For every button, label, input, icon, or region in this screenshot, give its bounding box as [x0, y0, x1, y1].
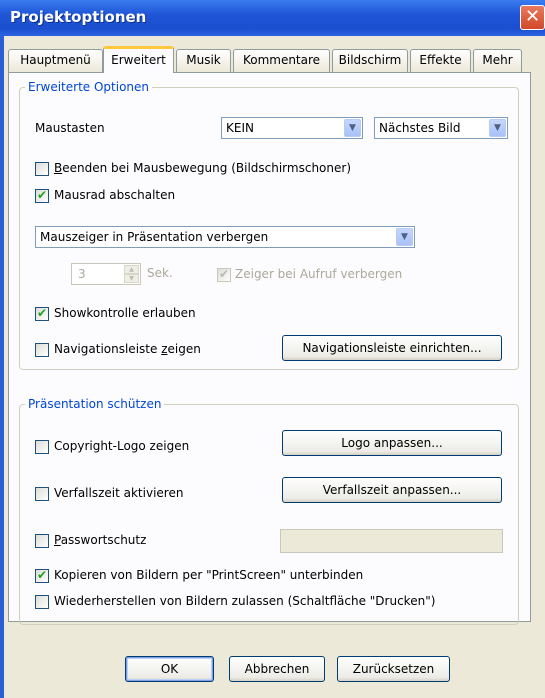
seconds-unit-label: Sek. [147, 266, 173, 280]
tab-effekte[interactable]: Effekte [410, 49, 471, 72]
tab-hauptmenue[interactable]: Hauptmenü [8, 49, 103, 72]
expiry-label: Verfallszeit aktivieren [54, 486, 184, 500]
show-nav-bar-label: Navigationsleiste zeigen [54, 342, 201, 356]
block-printscreen-checkbox[interactable] [35, 568, 49, 583]
cursor-mode-value: Mauszeiger in Präsentation verbergen [40, 230, 269, 244]
quit-on-mouse-move-label: Beenden bei Mausbewegung (Bildschirmscho… [54, 161, 351, 175]
tab-kommentare[interactable]: Kommentare [233, 49, 330, 72]
allow-show-control-label: Showkontrolle erlauben [54, 306, 196, 320]
password-checkbox[interactable] [35, 534, 49, 548]
dialog-window: Projektoptionen ✕ Hauptmenü Erweitert Mu… [0, 0, 545, 698]
spin-up-icon[interactable]: ▲ [124, 265, 139, 274]
tab-musik[interactable]: Musik [176, 49, 231, 72]
tab-bildschirm[interactable]: Bildschirm [332, 49, 408, 72]
chevron-down-icon[interactable]: ▼ [396, 228, 413, 246]
password-label: Passwortschutz [54, 533, 147, 547]
disable-mouse-wheel-checkbox[interactable] [35, 188, 49, 203]
password-field[interactable] [280, 529, 503, 553]
block-printscreen-label: Kopieren von Bildern per "PrintScreen" u… [54, 568, 364, 582]
seconds-spinner[interactable]: 3 ▲ ▼ [71, 263, 141, 285]
close-icon: ✕ [524, 6, 541, 27]
tab-panel-erweitert: Erweiterte Optionen Maustasten KEIN ▼ Nä… [8, 72, 531, 625]
allow-restore-checkbox[interactable] [35, 595, 49, 609]
group-protect-legend: Präsentation schützen [28, 397, 162, 411]
adjust-expiry-button[interactable]: Verfallszeit anpassen... [282, 477, 502, 503]
window-title: Projektoptionen [10, 8, 147, 26]
tab-erweitert[interactable]: Erweitert [103, 46, 174, 73]
copyright-logo-label: Copyright-Logo zeigen [54, 439, 190, 453]
mouse-buttons-label: Maustasten [35, 121, 105, 135]
show-nav-bar-checkbox[interactable] [35, 343, 49, 357]
quit-on-mouse-move-checkbox[interactable] [35, 162, 49, 176]
reset-button[interactable]: Zurücksetzen [337, 656, 450, 682]
ok-button[interactable]: OK [125, 656, 214, 682]
mouse-right-value: Nächstes Bild [379, 121, 461, 135]
tab-mehr[interactable]: Mehr [473, 49, 522, 72]
mouse-left-value: KEIN [226, 121, 254, 135]
mouse-right-select[interactable]: Nächstes Bild ▼ [374, 117, 508, 139]
title-bar[interactable]: Projektoptionen ✕ [0, 0, 545, 36]
cursor-mode-select[interactable]: Mauszeiger in Präsentation verbergen ▼ [35, 226, 415, 248]
allow-show-control-checkbox[interactable] [35, 306, 49, 321]
hide-on-call-checkbox[interactable] [217, 267, 231, 282]
expiry-checkbox[interactable] [35, 487, 49, 501]
seconds-value: 3 [78, 267, 86, 281]
chevron-down-icon[interactable]: ▼ [489, 119, 506, 137]
chevron-down-icon[interactable]: ▼ [344, 119, 361, 137]
spin-down-icon[interactable]: ▼ [124, 274, 139, 283]
mouse-left-select[interactable]: KEIN ▼ [221, 117, 363, 139]
copyright-logo-checkbox[interactable] [35, 440, 49, 454]
disable-mouse-wheel-label: Mausrad abschalten [54, 188, 176, 202]
setup-nav-bar-button[interactable]: Navigationsleiste einrichten... [282, 335, 502, 361]
adjust-logo-button[interactable]: Logo anpassen... [282, 430, 502, 456]
cancel-button[interactable]: Abbrechen [229, 656, 325, 682]
group-advanced-legend: Erweiterte Optionen [28, 80, 150, 94]
hide-on-call-label: Zeiger bei Aufruf verbergen [235, 267, 403, 281]
close-button[interactable]: ✕ [520, 5, 545, 30]
dialog-client-area: Hauptmenü Erweitert Musik Kommentare Bil… [4, 36, 545, 698]
allow-restore-label: Wiederherstellen von Bildern zulassen (S… [54, 594, 436, 608]
